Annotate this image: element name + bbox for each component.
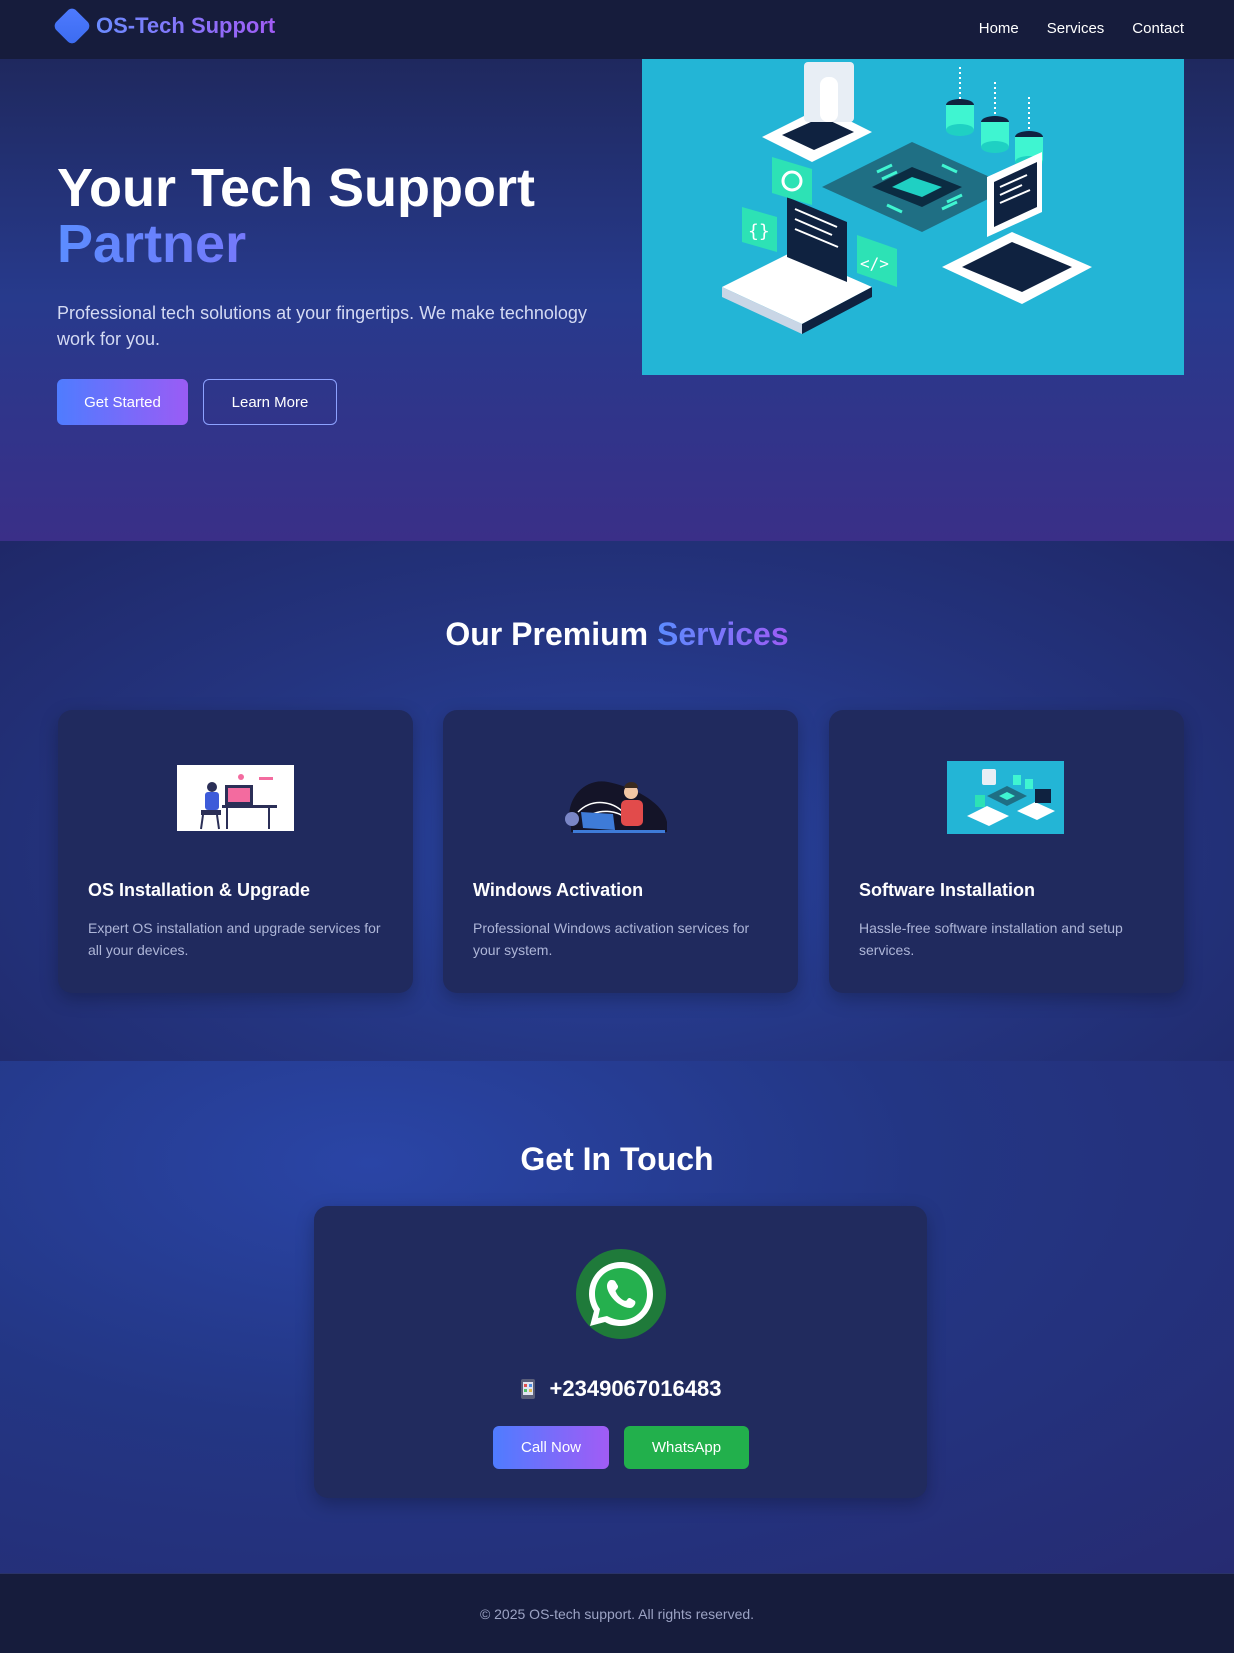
whatsapp-icon [576,1249,666,1339]
developer-at-desk-illustration-icon [177,765,294,831]
contact-card: +2349067016483 Call Now WhatsApp [314,1206,927,1498]
nav-links: Home Services Contact [979,20,1184,37]
service-card-windows[interactable]: Windows Activation Professional Windows … [443,710,798,993]
contact-title: Get In Touch [520,1141,714,1177]
diamond-logo-icon [52,6,92,46]
service-card-description: Expert OS installation and upgrade servi… [88,920,381,958]
hero-section: Your Tech Support Partner Professional t… [0,0,1234,541]
brand-logo[interactable]: OS-Tech Support [52,6,276,46]
service-card-description: Professional Windows activation services… [473,920,750,958]
services-title-main: Our Premium [445,616,649,652]
service-card-title: OS Installation & Upgrade [88,880,311,900]
service-card-os[interactable]: OS Installation & Upgrade Expert OS inst… [58,710,413,993]
services-title: Our Premium Services [0,616,1234,653]
hero-title-accent: Partner [57,216,535,272]
footer: © 2025 OS-tech support. All rights reser… [0,1573,1234,1653]
whatsapp-button[interactable]: WhatsApp [624,1426,749,1469]
service-card-title: Software Installation [859,880,1036,900]
hero-title: Your Tech Support Partner [57,160,535,272]
isometric-tech-illustration-icon [947,761,1064,834]
mobile-phone-icon [520,1379,535,1399]
isometric-tech-illustration-icon: {} </> [722,62,1092,334]
nav-link-home[interactable]: Home [979,20,1019,37]
person-with-laptop-illustration-icon [565,781,667,833]
nav-link-contact[interactable]: Contact [1132,20,1184,37]
call-now-button[interactable]: Call Now [493,1426,609,1469]
service-card-description: Hassle-free software installation and se… [859,920,1123,958]
services-section: Our Premium Services OS Installation & U… [0,541,1234,1061]
hero-subtitle: Professional tech solutions at your fing… [57,303,587,349]
copyright-text: © 2025 OS-tech support. All rights reser… [479,1606,755,1622]
svg-text:</>: </> [860,254,889,273]
svg-text:{}: {} [748,221,770,242]
services-title-accent: Services [656,616,789,652]
hero-title-line1: Your Tech Support [57,158,535,218]
learn-more-button[interactable]: Learn More [203,379,337,425]
nav-link-services[interactable]: Services [1047,20,1105,37]
service-card-software[interactable]: Software Installation Hassle-free softwa… [829,710,1184,993]
phone-number[interactable]: +2349067016483 [550,1376,722,1402]
service-card-title: Windows Activation [473,880,644,900]
brand-name: OS-Tech Support [96,13,276,38]
navbar: OS-Tech Support Home Services Contact [0,0,1234,59]
contact-section: Get In Touch +2349067016483 Call Now Wha… [0,1061,1234,1573]
get-started-button[interactable]: Get Started [57,379,188,425]
hero-illustration: {} </> [642,37,1184,375]
phone-row: +2349067016483 [314,1376,927,1402]
